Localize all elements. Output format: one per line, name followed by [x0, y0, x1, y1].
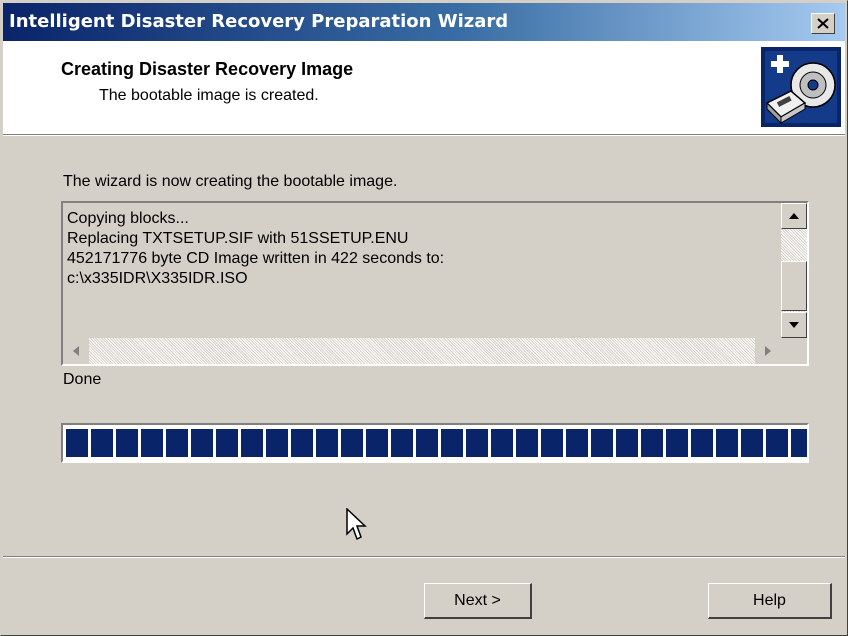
- progress-bar: [61, 423, 809, 463]
- progress-block: [191, 429, 213, 457]
- close-icon: [817, 18, 829, 29]
- progress-block: [166, 429, 188, 457]
- help-button-label: Help: [753, 591, 786, 609]
- arrow-right-icon: [765, 346, 771, 356]
- progress-block: [541, 429, 563, 457]
- log-line: Copying blocks...: [67, 210, 189, 227]
- log-line: 452171776 byte CD Image written in 422 s…: [67, 250, 445, 267]
- log-lines: Copying blocks... Replacing TXTSETUP.SIF…: [67, 209, 444, 289]
- progress-block: [516, 429, 538, 457]
- log-line: c:\x335IDR\X335IDR.ISO: [67, 270, 248, 287]
- scroll-down-button[interactable]: [781, 312, 807, 338]
- intro-text: The wizard is now creating the bootable …: [63, 173, 398, 190]
- progress-block: [141, 429, 163, 457]
- scroll-corner: [781, 338, 807, 364]
- status-text: Done: [63, 371, 102, 388]
- wizard-header: Creating Disaster Recovery Image The boo…: [3, 41, 845, 135]
- title-bar[interactable]: Intelligent Disaster Recovery Preparatio…: [3, 3, 845, 41]
- vertical-scrollbar[interactable]: [781, 203, 807, 338]
- close-button[interactable]: [811, 13, 835, 34]
- scroll-left-button[interactable]: [63, 338, 89, 364]
- progress-block: [741, 429, 763, 457]
- wizard-window: Intelligent Disaster Recovery Preparatio…: [0, 0, 848, 636]
- progress-block: [116, 429, 138, 457]
- header-divider: [3, 135, 845, 136]
- progress-block: [291, 429, 313, 457]
- progress-block: [666, 429, 688, 457]
- horizontal-scrollbar[interactable]: [63, 338, 781, 364]
- progress-block: [466, 429, 488, 457]
- progress-block: [491, 429, 513, 457]
- progress-block: [341, 429, 363, 457]
- vertical-scroll-thumb[interactable]: [781, 261, 807, 311]
- disaster-recovery-cd-icon: [761, 47, 841, 127]
- progress-block: [66, 429, 88, 457]
- scroll-right-button[interactable]: [755, 338, 781, 364]
- progress-block: [641, 429, 663, 457]
- progress-block: [791, 429, 807, 457]
- log-line: Replacing TXTSETUP.SIF with 51SSETUP.ENU: [67, 230, 409, 247]
- scroll-up-button[interactable]: [781, 203, 807, 229]
- next-button-label: Next >: [454, 591, 501, 609]
- arrow-left-icon: [73, 346, 79, 356]
- progress-block: [366, 429, 388, 457]
- progress-block: [716, 429, 738, 457]
- progress-block: [91, 429, 113, 457]
- window-title: Intelligent Disaster Recovery Preparatio…: [9, 11, 509, 32]
- progress-block: [266, 429, 288, 457]
- progress-block: [241, 429, 263, 457]
- progress-block: [441, 429, 463, 457]
- arrow-up-icon: [789, 213, 799, 219]
- progress-block: [766, 429, 788, 457]
- page-subtitle: The bootable image is created.: [99, 87, 319, 104]
- arrow-down-icon: [789, 322, 799, 328]
- log-textbox[interactable]: Copying blocks... Replacing TXTSETUP.SIF…: [61, 201, 809, 366]
- progress-block: [616, 429, 638, 457]
- progress-block: [416, 429, 438, 457]
- page-title: Creating Disaster Recovery Image: [61, 59, 354, 79]
- help-button[interactable]: Help: [708, 583, 832, 619]
- progress-block: [591, 429, 613, 457]
- footer-divider: [3, 557, 845, 558]
- next-button[interactable]: Next >: [424, 583, 532, 619]
- progress-block: [216, 429, 238, 457]
- progress-block: [691, 429, 713, 457]
- progress-block: [391, 429, 413, 457]
- progress-block: [566, 429, 588, 457]
- progress-block: [316, 429, 338, 457]
- mouse-cursor-icon: [346, 508, 367, 541]
